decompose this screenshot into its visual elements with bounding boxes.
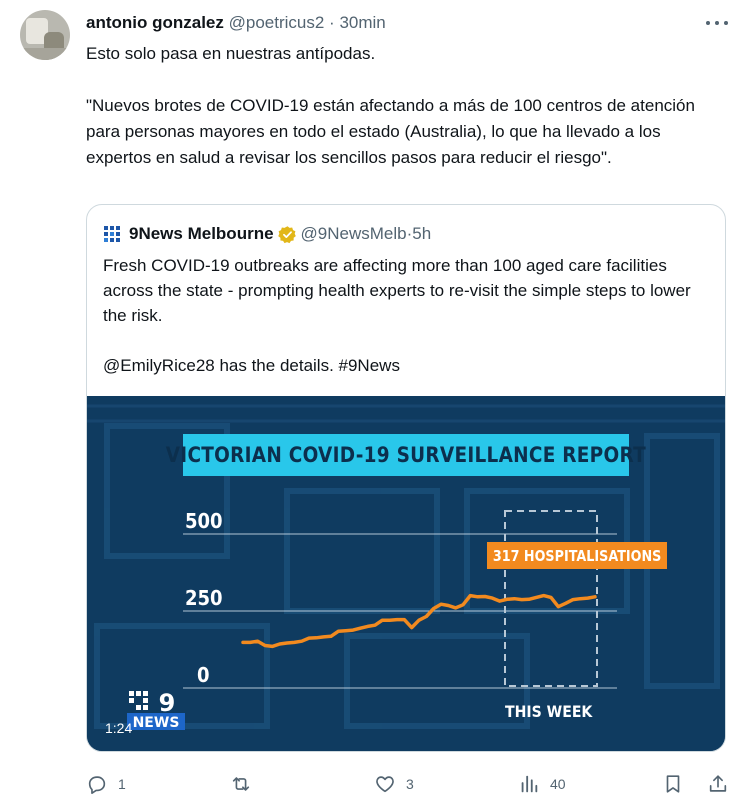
share-icon — [709, 775, 727, 792]
quoted-author-name[interactable]: 9News Melbourne — [129, 223, 274, 245]
9news-logo-icon: 9 NEWS — [127, 689, 185, 731]
quoted-author-handle[interactable]: @9NewsMelb — [301, 223, 407, 245]
more-options-icon[interactable] — [706, 14, 728, 32]
dot — [715, 21, 719, 25]
view-count: 40 — [550, 776, 566, 792]
avatar-image-part — [20, 48, 70, 60]
quoted-tweet-text: Fresh COVID-19 outbreaks are affecting m… — [103, 256, 691, 375]
reply-icon — [88, 776, 106, 794]
author-name[interactable]: antonio gonzalez — [86, 13, 224, 32]
author-handle[interactable]: @poetricus2 — [229, 13, 325, 32]
quoted-tweet[interactable]: 9News Melbourne @9NewsMelb · 5h Fresh CO… — [86, 204, 726, 752]
share-button[interactable] — [707, 764, 729, 804]
9news-avatar-icon[interactable] — [103, 225, 121, 243]
svg-text:9: 9 — [159, 689, 176, 717]
callout-label: 317 HOSPITALISATIONS — [492, 546, 662, 565]
heart-icon — [376, 776, 394, 793]
bookmark-icon — [666, 775, 680, 793]
reply-button[interactable]: 1 — [86, 764, 126, 804]
quoted-tweet-time[interactable]: 5h — [412, 223, 431, 245]
retweet-button[interactable] — [230, 764, 262, 804]
views-chart-icon — [521, 775, 538, 793]
y-tick-0: 0 — [197, 663, 210, 687]
logo-text: NEWS — [133, 715, 180, 731]
reply-count: 1 — [118, 776, 126, 792]
video-title: VICTORIAN COVID-19 SURVEILLANCE REPORT — [165, 443, 647, 467]
video-title-box: VICTORIAN COVID-19 SURVEILLANCE REPORT — [166, 434, 646, 476]
like-button[interactable]: 3 — [374, 764, 414, 804]
y-tick-250: 250 — [185, 586, 223, 610]
verified-badge-icon — [277, 225, 296, 243]
tweet-header: antonio gonzalez @poetricus2 · 30min — [86, 12, 386, 34]
retweet-icon — [232, 777, 250, 791]
hospitalisations-callout: 317 HOSPITALISATIONS — [487, 542, 667, 569]
video-duration: 1:24 — [105, 720, 133, 736]
like-count: 3 — [406, 776, 414, 792]
this-week-label: THIS WEEK — [505, 702, 593, 721]
quoted-tweet-header: 9News Melbourne @9NewsMelb · 5h — [103, 223, 431, 245]
tweet-text: Esto solo pasa en nuestras antípodas. "N… — [86, 44, 695, 167]
avatar[interactable] — [20, 10, 70, 60]
y-tick-500: 500 — [185, 509, 223, 533]
views-button[interactable]: 40 — [518, 764, 566, 804]
dot — [724, 21, 728, 25]
bookmark-button[interactable] — [662, 764, 684, 804]
separator: · — [324, 13, 340, 32]
video-player[interactable]: VICTORIAN COVID-19 SURVEILLANCE REPORT 5… — [87, 396, 725, 751]
action-bar: 1 3 40 — [0, 764, 754, 804]
dot — [706, 21, 710, 25]
tweet-time[interactable]: 30min — [339, 13, 385, 32]
